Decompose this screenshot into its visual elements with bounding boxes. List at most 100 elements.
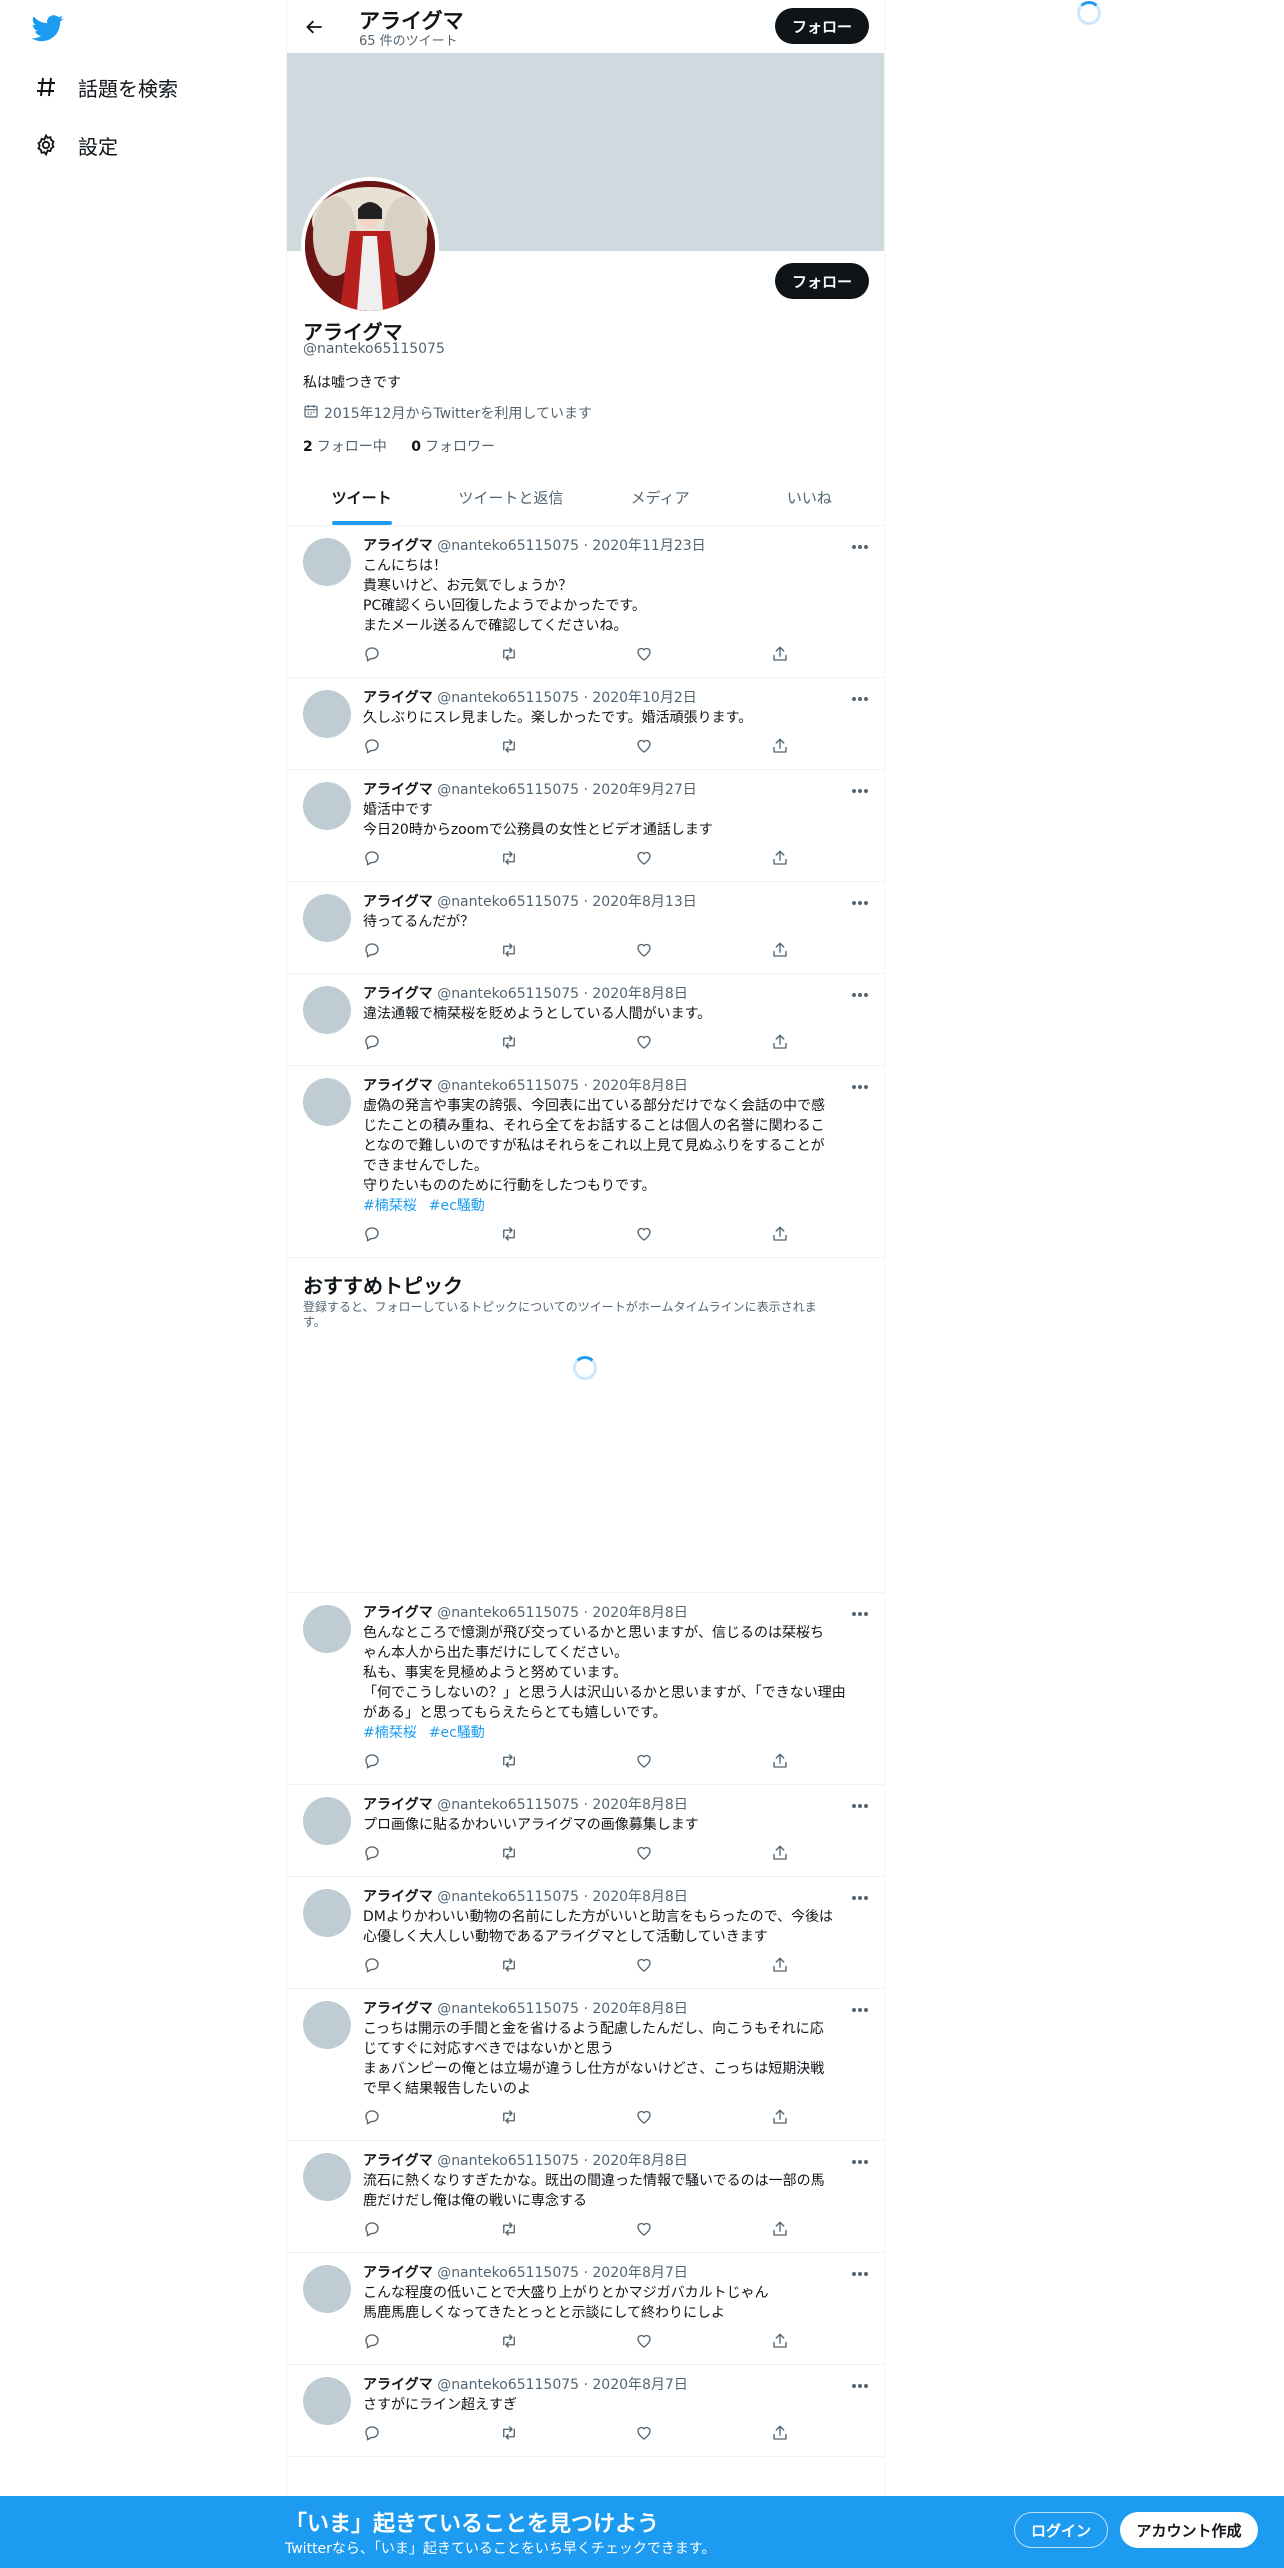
tweet-author-name[interactable]: アライグマ [363,894,433,910]
reply-button[interactable] [363,2220,499,2242]
tweet-author-name[interactable]: アライグマ [363,2153,433,2169]
share-button[interactable] [771,2424,907,2446]
reply-button[interactable] [363,941,499,963]
tweet[interactable]: アライグマ @nanteko65115075 · 2020年8月8日 色んなところ… [287,1593,884,1785]
nav-item-settings[interactable]: 設定 [30,123,118,167]
share-button[interactable] [771,1752,907,1774]
tweet[interactable]: アライグマ @nanteko65115075 · 2020年8月13日 待ってるん… [287,882,884,974]
more-options-icon[interactable] [848,688,872,710]
tweet-avatar[interactable] [303,690,351,738]
more-options-icon[interactable] [848,2263,872,2285]
twitter-logo-icon[interactable] [30,12,66,44]
tweet-handle-date[interactable]: @nanteko65115075 · 2020年8月8日 [437,2153,688,2169]
reply-button[interactable] [363,1956,499,1978]
like-button[interactable] [635,2220,771,2242]
like-button[interactable] [635,1033,771,1055]
tab-likes[interactable]: いいね [735,470,884,525]
tweet-author-name[interactable]: アライグマ [363,2377,433,2393]
tweet[interactable]: アライグマ @nanteko65115075 · 2020年8月8日 プロ画像に貼… [287,1785,884,1877]
share-button[interactable] [771,1033,907,1055]
tweet-author-name[interactable]: アライグマ [363,782,433,798]
tweet-avatar[interactable] [303,1797,351,1845]
share-button[interactable] [771,737,907,759]
retweet-button[interactable] [499,2424,635,2446]
more-options-icon[interactable] [848,1795,872,1817]
tweet[interactable]: アライグマ @nanteko65115075 · 2020年8月8日 こっちは開示… [287,1989,884,2141]
tweet-avatar[interactable] [303,538,351,586]
like-button[interactable] [635,1956,771,1978]
more-options-icon[interactable] [848,1887,872,1909]
like-button[interactable] [635,1844,771,1866]
profile-avatar[interactable] [301,177,439,315]
followers-stat[interactable]: 0 フォロワー [411,439,495,455]
profile-follow-button[interactable]: フォロー [775,263,869,299]
reply-button[interactable] [363,737,499,759]
tweet-handle-date[interactable]: @nanteko65115075 · 2020年8月8日 [437,1605,688,1621]
retweet-button[interactable] [499,737,635,759]
like-button[interactable] [635,849,771,871]
tweet-author-name[interactable]: アライグマ [363,1605,433,1621]
like-button[interactable] [635,941,771,963]
tweet-handle-date[interactable]: @nanteko65115075 · 2020年8月8日 [437,986,688,1002]
tweet-avatar[interactable] [303,782,351,830]
share-button[interactable] [771,1225,907,1247]
share-button[interactable] [771,645,907,667]
following-stat[interactable]: 2 フォロー中 [303,439,387,455]
tweet-handle-date[interactable]: @nanteko65115075 · 2020年11月23日 [437,538,705,554]
tweet-avatar[interactable] [303,2377,351,2425]
tweet-avatar[interactable] [303,986,351,1034]
login-button[interactable]: ログイン [1014,2512,1108,2548]
tweet-avatar[interactable] [303,2265,351,2313]
tweet-author-name[interactable]: アライグマ [363,986,433,1002]
tweet-avatar[interactable] [303,894,351,942]
like-button[interactable] [635,645,771,667]
more-options-icon[interactable] [848,2151,872,2173]
more-options-icon[interactable] [848,1999,872,2021]
reply-button[interactable] [363,1033,499,1055]
more-options-icon[interactable] [848,536,872,558]
tweet[interactable]: アライグマ @nanteko65115075 · 2020年9月27日 婚活中です… [287,770,884,882]
more-options-icon[interactable] [848,892,872,914]
tweet[interactable]: アライグマ @nanteko65115075 · 2020年11月23日 こんにち… [287,526,884,678]
tweet-avatar[interactable] [303,2153,351,2201]
share-button[interactable] [771,2220,907,2242]
like-button[interactable] [635,2108,771,2130]
tweet-author-name[interactable]: アライグマ [363,690,433,706]
like-button[interactable] [635,737,771,759]
like-button[interactable] [635,2332,771,2354]
tweet-handle-date[interactable]: @nanteko65115075 · 2020年8月7日 [437,2265,688,2281]
share-button[interactable] [771,1956,907,1978]
retweet-button[interactable] [499,2220,635,2242]
retweet-button[interactable] [499,1956,635,1978]
hashtag-link[interactable]: #ec騒動 [429,1725,485,1741]
more-options-icon[interactable] [848,1603,872,1625]
reply-button[interactable] [363,1225,499,1247]
like-button[interactable] [635,2424,771,2446]
more-options-icon[interactable] [848,2375,872,2397]
tweet[interactable]: アライグマ @nanteko65115075 · 2020年8月7日 さすがにライ… [287,2365,884,2457]
tweet-handle-date[interactable]: @nanteko65115075 · 2020年8月13日 [437,894,697,910]
tweet-author-name[interactable]: アライグマ [363,538,433,554]
hashtag-link[interactable]: #楠栞桜 [363,1725,417,1741]
share-button[interactable] [771,941,907,963]
retweet-button[interactable] [499,1033,635,1055]
tweet-author-name[interactable]: アライグマ [363,2001,433,2017]
tweet-handle-date[interactable]: @nanteko65115075 · 2020年8月8日 [437,1889,688,1905]
more-options-icon[interactable] [848,984,872,1006]
tweet[interactable]: アライグマ @nanteko65115075 · 2020年10月2日 久しぶりに… [287,678,884,770]
tweet-handle-date[interactable]: @nanteko65115075 · 2020年8月8日 [437,1797,688,1813]
more-options-icon[interactable] [848,780,872,802]
reply-button[interactable] [363,2108,499,2130]
tweet-avatar[interactable] [303,1605,351,1653]
like-button[interactable] [635,1225,771,1247]
share-button[interactable] [771,2108,907,2130]
create-account-button[interactable]: アカウント作成 [1120,2512,1258,2548]
reply-button[interactable] [363,645,499,667]
header-follow-button[interactable]: フォロー [775,8,869,44]
tweet-author-name[interactable]: アライグマ [363,1078,433,1094]
retweet-button[interactable] [499,849,635,871]
reply-button[interactable] [363,2332,499,2354]
share-button[interactable] [771,2332,907,2354]
tweet[interactable]: アライグマ @nanteko65115075 · 2020年8月8日 流石に熱くな… [287,2141,884,2253]
reply-button[interactable] [363,2424,499,2446]
